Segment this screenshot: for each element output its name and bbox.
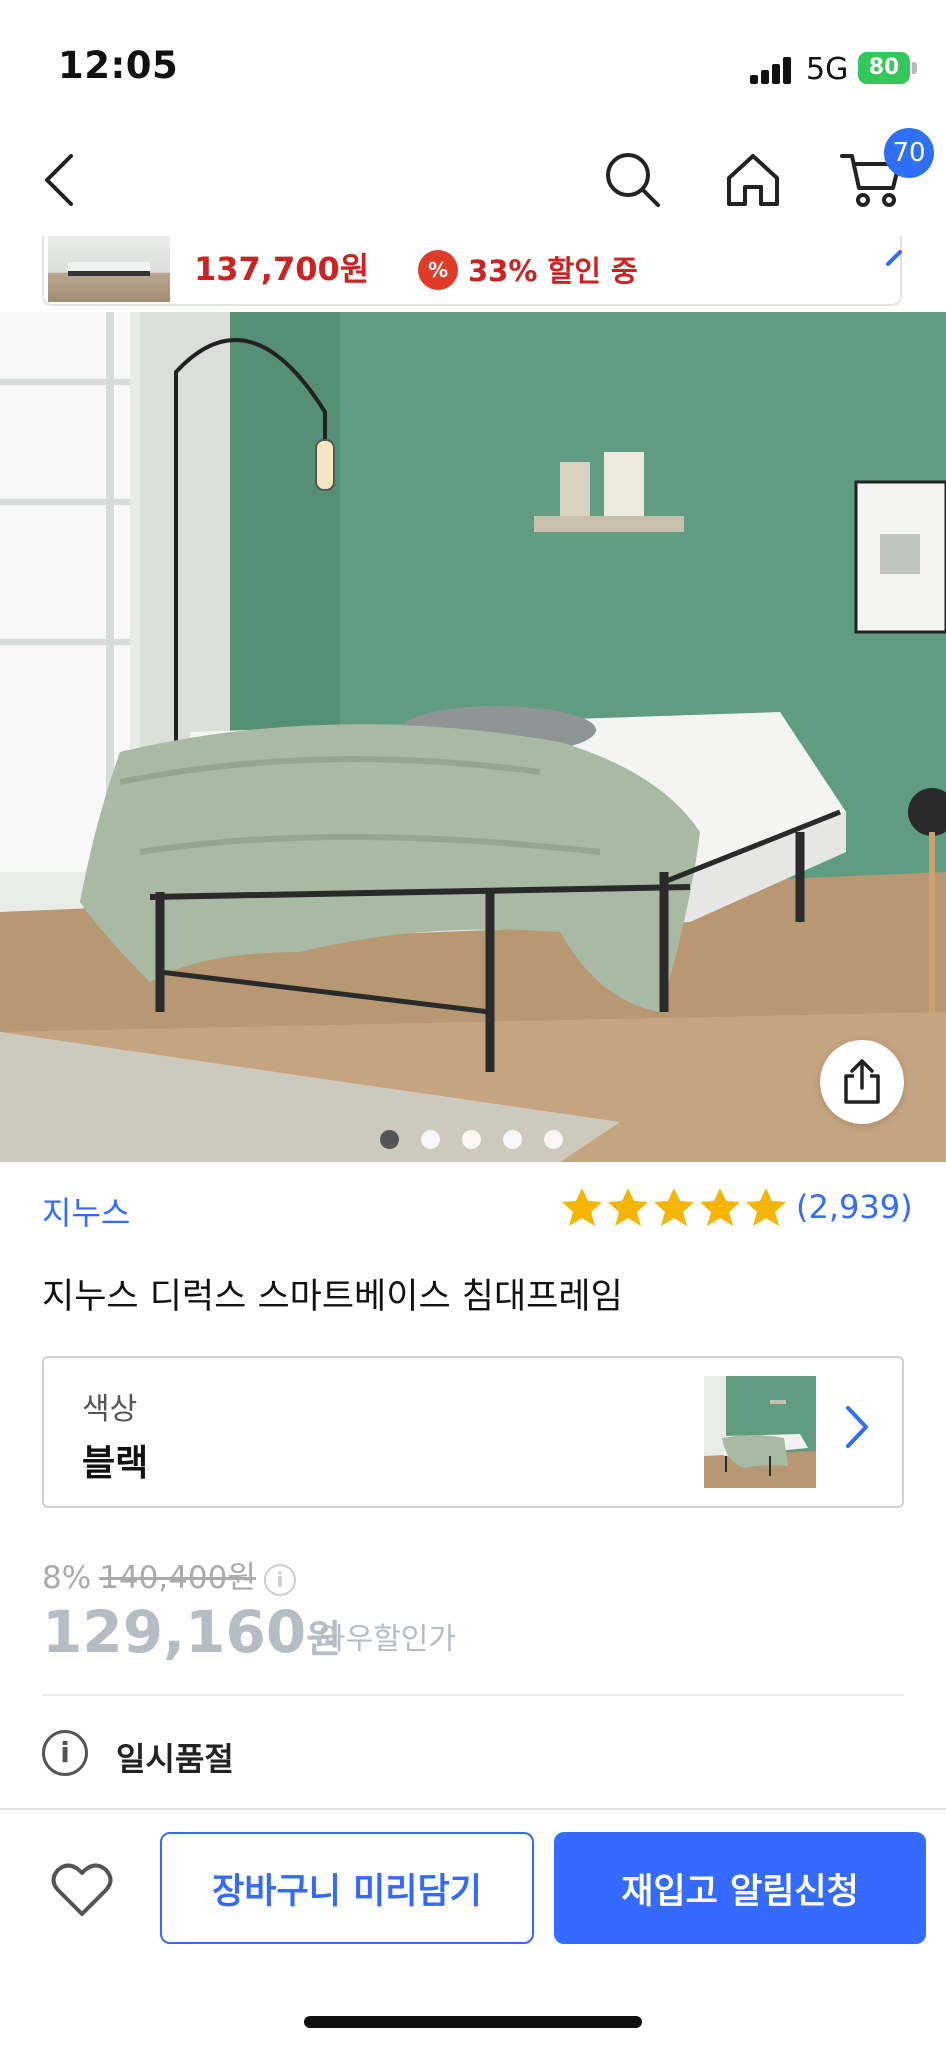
- discount-percent: 8%: [42, 1560, 92, 1596]
- add-to-cart-button[interactable]: 장바구니 미리담기: [160, 1832, 534, 1944]
- heart-icon: [51, 1863, 113, 1916]
- network-label: 5G: [806, 52, 849, 87]
- share-button[interactable]: [820, 1040, 904, 1124]
- carousel-dot[interactable]: [503, 1130, 522, 1149]
- star-rating[interactable]: [560, 1186, 788, 1228]
- info-icon[interactable]: i: [263, 1563, 296, 1596]
- option-value: 블랙: [82, 1443, 149, 1484]
- star-icon: [608, 1188, 648, 1226]
- review-count[interactable]: (2,939): [796, 1188, 913, 1226]
- chevron-left-icon: [45, 154, 73, 206]
- signal-icon: [750, 56, 794, 84]
- product-title: 지누스 디럭스 스마트베이스 침대프레임: [42, 1277, 623, 1317]
- star-icon: [746, 1188, 786, 1226]
- search-icon: [606, 153, 660, 207]
- brand-link[interactable]: 지누스: [42, 1188, 130, 1234]
- option-label: 색상: [82, 1392, 138, 1427]
- discount-badge-icon: %: [418, 250, 458, 290]
- banner-price: 137,700원: [194, 250, 370, 288]
- banner-discount-text: 33% 할인 중: [468, 254, 638, 288]
- cart-count-badge: 70: [884, 128, 934, 178]
- status-bar: 12:05 5G 80: [0, 0, 946, 130]
- star-icon: [654, 1188, 694, 1226]
- home-indicator: [304, 2016, 642, 2028]
- carousel-dot[interactable]: [421, 1130, 440, 1149]
- star-icon: [562, 1188, 602, 1226]
- original-price: 140,400원: [99, 1560, 256, 1596]
- carousel-dots: [380, 1130, 570, 1152]
- info-icon: i: [42, 1730, 88, 1776]
- bed-photo: [0, 312, 946, 1162]
- star-icon: [700, 1188, 740, 1226]
- carousel-dot[interactable]: [462, 1130, 481, 1149]
- battery-icon: 80: [858, 52, 910, 84]
- share-icon: [844, 1059, 880, 1104]
- sale-price: 129,160원: [42, 1598, 341, 1666]
- battery-tip: [912, 62, 917, 74]
- wow-price-label: 와우할인가: [318, 1622, 456, 1657]
- chevron-right-icon: [846, 1406, 868, 1448]
- carousel-dot[interactable]: [380, 1130, 399, 1149]
- status-time: 12:05: [58, 44, 179, 87]
- color-option-selector[interactable]: 색상 블랙: [42, 1356, 904, 1508]
- bottom-action-bar: 장바구니 미리담기 재입고 알림신청: [0, 1808, 946, 2048]
- wishlist-button[interactable]: [42, 1850, 122, 1930]
- carousel-dot[interactable]: [544, 1130, 563, 1149]
- restock-alert-button[interactable]: 재입고 알림신청: [554, 1832, 926, 1944]
- discount-line: 8% 140,400원 i: [42, 1552, 296, 1597]
- home-button[interactable]: [708, 130, 798, 230]
- top-nav: [0, 130, 946, 230]
- option-thumbnail: [704, 1376, 816, 1488]
- chevron-right-icon: [886, 250, 902, 266]
- banner-thumbnail: [48, 236, 170, 302]
- back-button[interactable]: [14, 130, 104, 230]
- product-image[interactable]: [0, 312, 946, 1162]
- price-summary-banner[interactable]: 137,700원 % 33% 할인 중: [42, 236, 902, 306]
- stock-status: 일시품절: [116, 1740, 234, 1778]
- home-icon: [727, 154, 779, 206]
- divider: [42, 1694, 904, 1696]
- search-button[interactable]: [588, 130, 678, 230]
- sale-price-number: 129,160: [42, 1598, 307, 1666]
